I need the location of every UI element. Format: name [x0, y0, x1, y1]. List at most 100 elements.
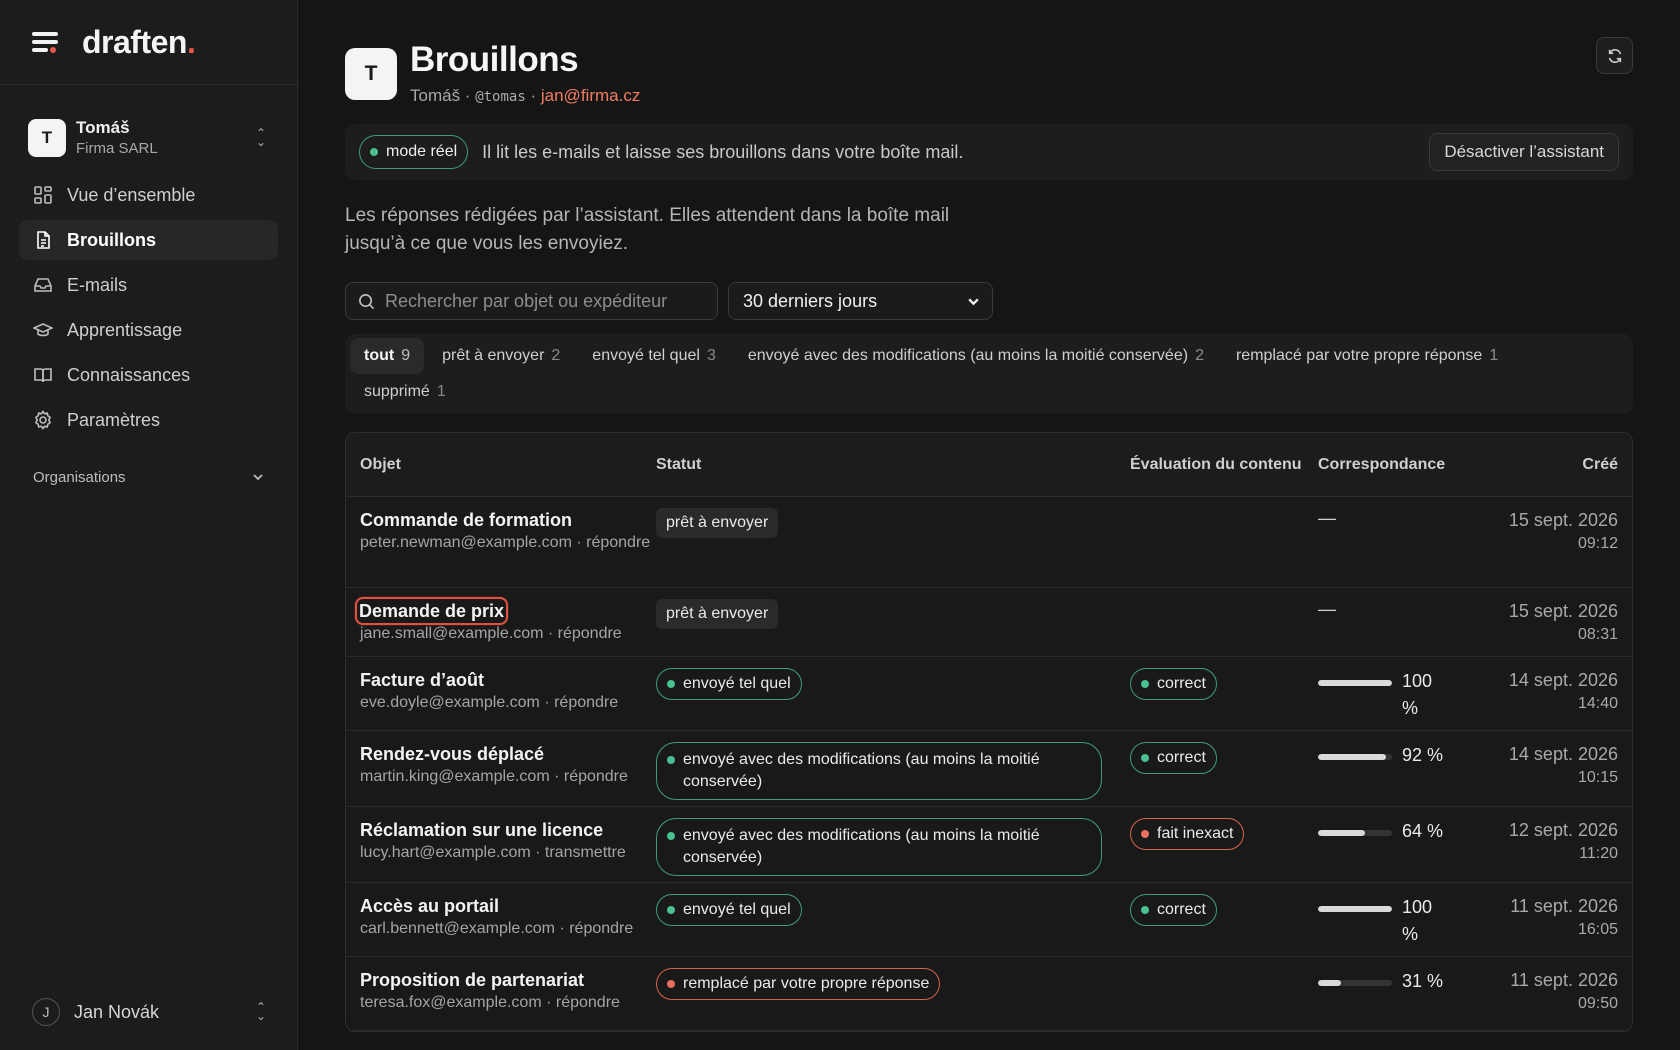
tab-deleted[interactable]: supprimé 1: [350, 374, 460, 410]
column-header-subject[interactable]: Objet: [346, 456, 656, 474]
sidebar-item-drafts[interactable]: Brouillons: [19, 220, 278, 260]
period-select-value: 30 derniers jours: [743, 290, 878, 311]
table-row[interactable]: Rendez-vous déplacé martin.king@example.c…: [346, 731, 1632, 807]
sidebar-item-label: Vue d’ensemble: [67, 184, 196, 205]
chevron-up-down-icon: ⌃ ⌄: [255, 1000, 267, 1023]
sidebar-item-settings[interactable]: Paramètres: [19, 400, 278, 440]
sidebar-item-label: Paramètres: [67, 409, 161, 430]
row-subject[interactable]: Facture d’août: [360, 668, 656, 692]
gear-icon: [34, 410, 52, 430]
row-sender: teresa.fox@example.com · répondre: [360, 994, 620, 1011]
row-time: 09:50: [1577, 995, 1618, 1012]
status-badge: envoyé tel quel: [656, 668, 802, 700]
row-sender: peter.newman@example.com · répondre: [360, 534, 651, 551]
sidebar-nav: Vue d’ensemble Brouillons E-mails Appren…: [0, 175, 297, 440]
page-title: Brouillons: [410, 40, 579, 79]
status-dot-icon: [1141, 680, 1149, 688]
match-meter: 31 %: [1318, 968, 1468, 995]
app-window: draften. T Tomáš Firma SARL ⌃ ⌄ Vue d’ens…: [0, 0, 1680, 1050]
menu-icon[interactable]: [32, 30, 60, 54]
row-sender: eve.doyle@example.com · répondre: [360, 694, 619, 711]
column-header-status[interactable]: Statut: [656, 456, 1130, 474]
user-menu[interactable]: J Jan Novák ⌃ ⌄: [32, 996, 269, 1028]
table-row[interactable]: Facture d’août eve.doyle@example.com · ré…: [346, 657, 1632, 731]
tab-ready[interactable]: prêt à envoyer 2: [428, 338, 574, 374]
sidebar-item-label: E-mails: [67, 274, 128, 295]
match-meter: 64 %: [1318, 818, 1468, 845]
book-icon: [34, 368, 52, 383]
row-date: 11 sept. 2026: [1510, 970, 1618, 990]
row-subject[interactable]: Rendez-vous déplacé: [360, 742, 656, 766]
match-bar: [1318, 680, 1392, 686]
tab-sent-modified[interactable]: envoyé avec des modifications (au moins …: [734, 338, 1218, 374]
sidebar-item-knowledge[interactable]: Connaissances: [19, 355, 278, 395]
match-percent: 92 %: [1402, 745, 1444, 765]
status-badge: envoyé avec des modifications (au moins …: [656, 818, 1102, 876]
match-percent: 64 %: [1402, 821, 1444, 841]
sidebar-item-label: Apprentissage: [67, 319, 183, 340]
table-row[interactable]: Réclamation sur une licence lucy.hart@exa…: [346, 807, 1632, 883]
row-date: 14 sept. 2026: [1508, 744, 1618, 764]
assistant-banner: mode réel Il lit les e-mails et laisse s…: [345, 124, 1633, 180]
status-dot-icon: [667, 980, 675, 988]
banner-text: Il lit les e-mails et laisse ses brouill…: [482, 141, 964, 162]
chevron-down-icon: [253, 474, 263, 481]
match-percent: 31 %: [1402, 971, 1444, 991]
row-subject[interactable]: Proposition de partenariat: [360, 968, 656, 992]
match-meter: 100 %: [1318, 894, 1468, 948]
document-icon: [37, 231, 50, 249]
match-bar: [1318, 906, 1392, 912]
tab-all[interactable]: tout 9: [350, 338, 425, 374]
user-email-link[interactable]: jan@firma.cz: [541, 86, 640, 105]
account-avatar: T: [28, 119, 66, 157]
match-meter: 92 %: [1318, 742, 1468, 769]
row-time: 10:15: [1577, 769, 1618, 786]
inbox-icon: [34, 278, 52, 292]
deactivate-assistant-button[interactable]: Désactiver l’assistant: [1429, 133, 1619, 171]
column-header-match[interactable]: Correspondance: [1318, 456, 1468, 474]
page-header: T Brouillons Tomáš · @tomas · jan@firma.…: [345, 40, 1633, 106]
sidebar-item-emails[interactable]: E-mails: [19, 265, 278, 305]
period-select[interactable]: 30 derniers jours: [728, 282, 993, 320]
row-time: 08:31: [1577, 626, 1618, 643]
row-time: 09:12: [1577, 535, 1618, 552]
row-subject[interactable]: Demande de prix: [354, 597, 509, 625]
match-empty: —: [1318, 508, 1336, 528]
row-subject[interactable]: Accès au portail: [360, 894, 656, 918]
evaluation-badge: fait inexact: [1130, 818, 1245, 850]
match-bar: [1318, 754, 1392, 760]
table-row[interactable]: Accès au portail carl.bennett@example.com…: [346, 883, 1632, 957]
search-input[interactable]: [385, 290, 705, 312]
tab-sent-as-is[interactable]: envoyé tel quel 3: [578, 338, 730, 374]
row-subject[interactable]: Réclamation sur une licence: [360, 818, 656, 842]
sidebar-item-learning[interactable]: Apprentissage: [19, 310, 278, 350]
account-switcher[interactable]: T Tomáš Firma SARL ⌃ ⌄: [0, 115, 297, 161]
organisations-label: Organisations: [33, 468, 126, 486]
mode-badge: mode réel: [359, 135, 469, 169]
row-date: 15 sept. 2026: [1508, 601, 1618, 621]
row-date: 11 sept. 2026: [1510, 896, 1618, 916]
status-dot-icon: [1141, 754, 1149, 762]
sidebar-item-overview[interactable]: Vue d’ensemble: [19, 175, 278, 215]
tab-replaced[interactable]: remplacé par votre propre réponse 1: [1222, 338, 1512, 374]
status-dot-icon: [667, 832, 675, 840]
organisations-toggle[interactable]: Organisations: [0, 462, 297, 492]
user-handle: @tomas: [475, 89, 526, 105]
table-row[interactable]: Demande de prix jane.small@example.com · …: [346, 588, 1632, 657]
sidebar-item-label: Brouillons: [67, 229, 156, 250]
status-dot-icon: [667, 680, 675, 688]
status-dot-icon: [1141, 830, 1149, 838]
refresh-icon: [1608, 48, 1621, 63]
table-row[interactable]: Commande de formation peter.newman@exampl…: [346, 497, 1632, 588]
match-bar: [1318, 980, 1392, 986]
status-tabs: tout 9 prêt à envoyer 2 envoyé tel quel 3 e…: [345, 334, 1633, 414]
account-name: Tomáš: [76, 118, 130, 137]
column-header-evaluation[interactable]: Évaluation du contenu: [1130, 454, 1318, 476]
row-time: 14:40: [1577, 695, 1618, 712]
table-row[interactable]: Proposition de partenariat teresa.fox@exa…: [346, 957, 1632, 1031]
row-subject[interactable]: Commande de formation: [360, 508, 656, 532]
status-badge: prêt à envoyer: [656, 508, 779, 538]
column-header-created[interactable]: Créé: [1468, 456, 1632, 474]
refresh-button[interactable]: [1596, 37, 1633, 74]
sidebar: draften. T Tomáš Firma SARL ⌃ ⌄ Vue d’ens…: [0, 0, 298, 1050]
